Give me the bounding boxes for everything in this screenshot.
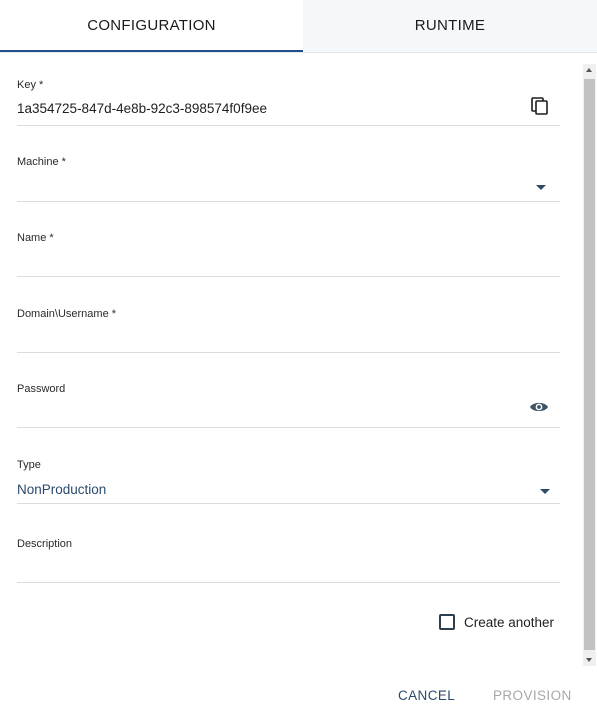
type-label: Type [17, 459, 41, 471]
key-value[interactable]: 1a354725-847d-4e8b-92c3-898574f0f9ee [17, 101, 267, 116]
key-field[interactable]: Key * 1a354725-847d-4e8b-92c3-898574f0f9… [17, 79, 560, 126]
tab-bar: CONFIGURATION RUNTIME [0, 0, 597, 53]
type-dropdown[interactable]: Type NonProduction [17, 459, 560, 504]
password-field[interactable]: Password [17, 383, 560, 428]
scrollbar-thumb[interactable] [584, 79, 595, 650]
tab-configuration[interactable]: CONFIGURATION [0, 0, 303, 52]
provision-button[interactable]: PROVISION [493, 688, 572, 703]
create-another-checkbox[interactable] [439, 614, 455, 630]
machine-label: Machine * [17, 156, 66, 168]
tab-configuration-label: CONFIGURATION [87, 16, 216, 34]
password-label: Password [17, 383, 66, 395]
create-another-label: Create another [464, 614, 555, 630]
dropdown-caret-icon[interactable] [535, 183, 547, 191]
username-field[interactable]: Domain\Username * [17, 308, 560, 353]
description-label: Description [17, 538, 73, 550]
type-value: NonProduction [17, 482, 107, 497]
scrollbar[interactable] [583, 64, 596, 666]
description-field[interactable]: Description [17, 538, 560, 583]
cancel-button[interactable]: CANCEL [398, 688, 455, 703]
copy-icon[interactable] [530, 97, 548, 115]
key-label: Key * [17, 79, 44, 91]
username-label: Domain\Username * [17, 308, 117, 320]
scroll-down-icon[interactable] [586, 658, 592, 662]
name-field[interactable]: Name * [17, 232, 560, 277]
tab-runtime[interactable]: RUNTIME [303, 0, 597, 52]
machine-dropdown[interactable]: Machine * [17, 156, 560, 202]
create-another-option[interactable]: Create another [439, 614, 554, 630]
scroll-up-icon[interactable] [586, 68, 592, 72]
tab-runtime-label: RUNTIME [414, 16, 486, 34]
eye-icon[interactable] [529, 400, 549, 414]
dropdown-caret-icon[interactable] [539, 487, 551, 495]
name-label: Name * [17, 232, 54, 244]
